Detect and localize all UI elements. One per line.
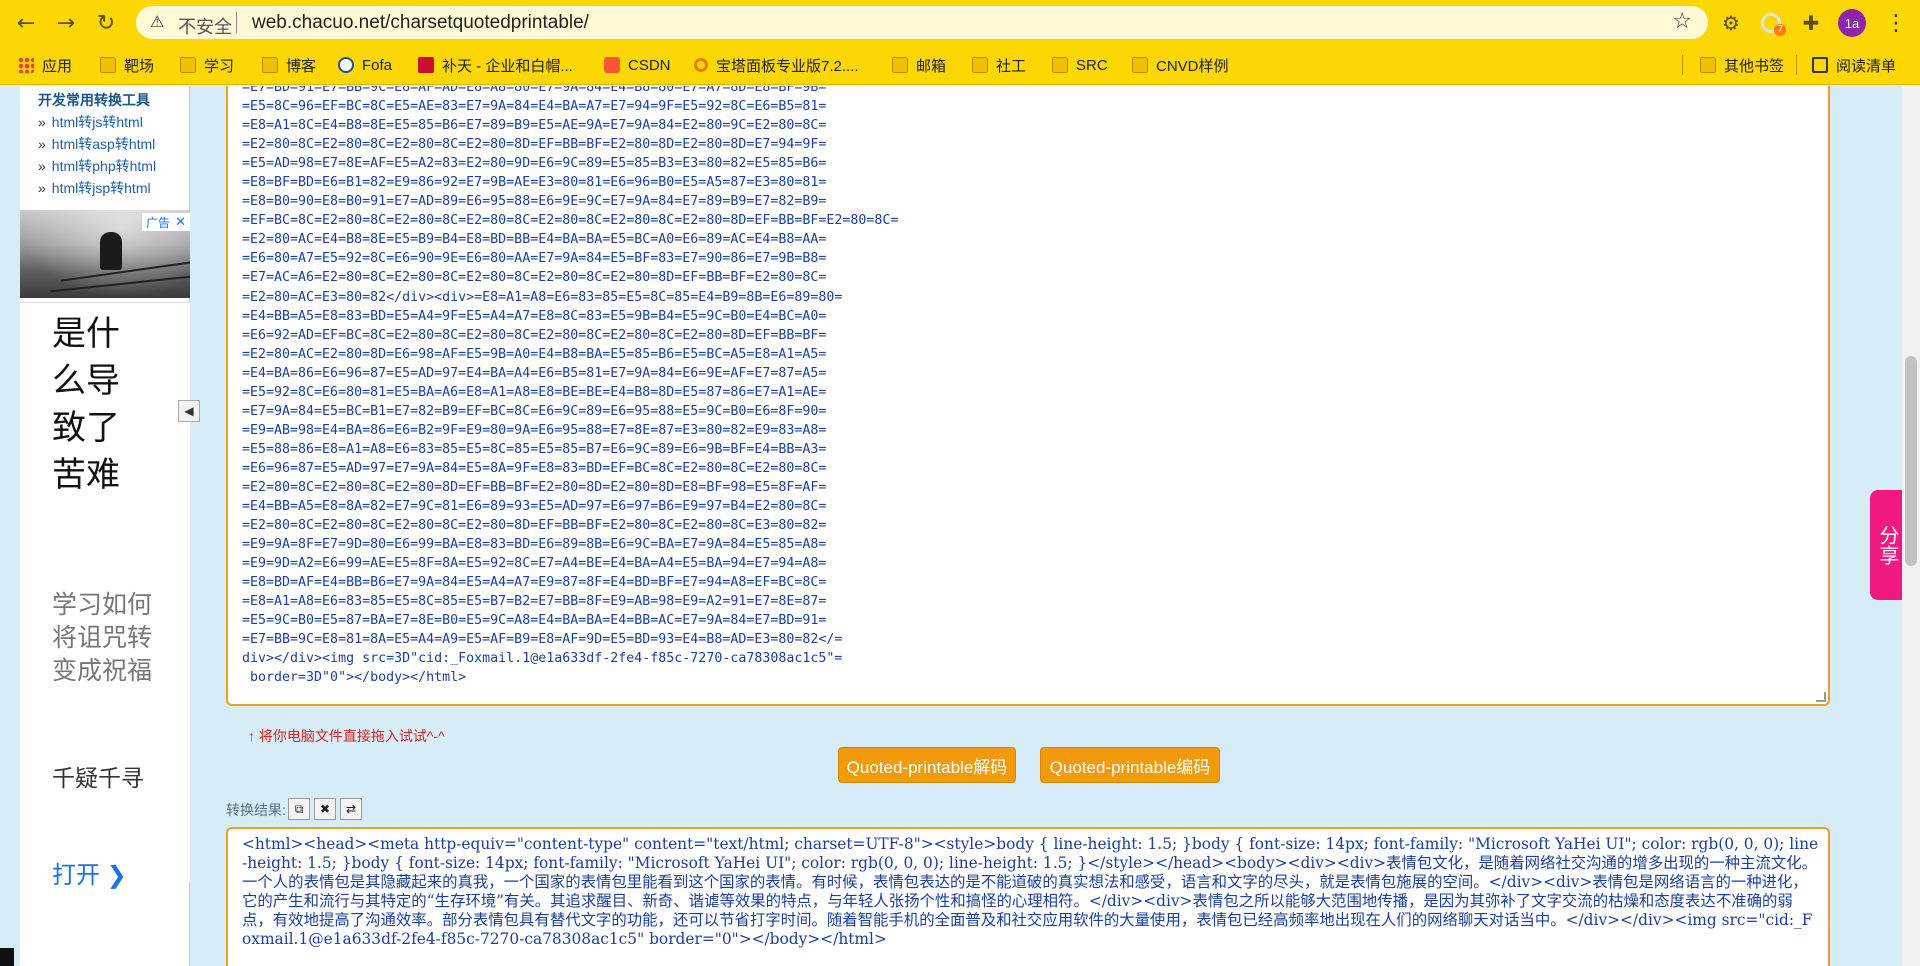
- left-sidebar: 开发常用转换工具 html转js转html html转asp转html html…: [20, 86, 190, 966]
- bookmark-blog[interactable]: 博客: [262, 54, 316, 76]
- sidebar-link-html-asp[interactable]: html转asp转html: [38, 134, 155, 154]
- bookmark-label: 应用: [42, 57, 73, 75]
- butian-icon: [418, 57, 434, 73]
- resize-handle-icon[interactable]: [1816, 692, 1826, 702]
- bookmark-baota[interactable]: 宝塔面板专业版7.2....: [694, 54, 859, 76]
- page-content: 开发常用转换工具 html转js转html html转asp转html html…: [0, 86, 1920, 966]
- puzzle-extensions-icon[interactable]: ✚: [1798, 10, 1824, 36]
- bookmark-label: SRC: [1076, 56, 1108, 74]
- output-textarea[interactable]: <html><head><meta http-equiv="content-ty…: [226, 827, 1830, 966]
- forward-icon[interactable]: →: [52, 9, 80, 37]
- bookmark-butian[interactable]: 补天 - 企业和白帽...: [418, 54, 573, 76]
- bookmark-label: 邮箱: [916, 57, 947, 75]
- qp-encode-button[interactable]: Quoted-printable编码: [1040, 747, 1220, 783]
- ad-close-icon[interactable]: ✕: [175, 215, 186, 230]
- bookmark-label: 补天 - 企业和白帽...: [442, 57, 573, 75]
- scrollbar-thumb[interactable]: [1905, 356, 1917, 566]
- clear-icon[interactable]: ✖: [314, 798, 336, 820]
- input-text[interactable]: =E7=BD=91=E7=BB=9C=E8=AF=AD=E8=A8=80=E7=…: [242, 86, 898, 688]
- browser-toolbar: ← → ↻ ⚠ 不安全 web.chacuo.net/charsetquoted…: [0, 0, 1920, 45]
- reload-icon[interactable]: ↻: [92, 9, 120, 37]
- bookmark-mailbox[interactable]: 邮箱: [892, 54, 946, 76]
- bookmark-cnvd[interactable]: CNVD样例: [1132, 54, 1229, 76]
- folder-icon: [1052, 57, 1068, 73]
- warning-icon[interactable]: ⚠: [150, 12, 170, 32]
- converter-main: =E7=BD=91=E7=BB=9C=E8=AF=AD=E8=A8=80=E7=…: [206, 86, 1886, 966]
- bookmark-label: Fofa: [362, 56, 393, 74]
- bookmark-label: CSDN: [628, 56, 671, 74]
- folder-icon: [1132, 57, 1148, 73]
- extension-badge-icon[interactable]: 7: [1758, 10, 1787, 36]
- bookmark-csdn[interactable]: CSDN: [604, 54, 671, 76]
- sidebar-link-html-jsp[interactable]: html转jsp转html: [38, 178, 151, 198]
- sidebar-link-html-php[interactable]: html转php转html: [38, 156, 156, 176]
- url-text[interactable]: web.chacuo.net/charsetquotedprintable/: [252, 12, 589, 34]
- folder-icon: [180, 57, 196, 73]
- sidebar-link-html-js[interactable]: html转js转html: [38, 112, 143, 132]
- ad-headline[interactable]: 是什么导致了苦难: [52, 311, 152, 499]
- folder-icon: [972, 57, 988, 73]
- share-tab[interactable]: 分享: [1870, 490, 1904, 600]
- profile-avatar[interactable]: 1a: [1838, 9, 1866, 37]
- apps-grid-icon: [18, 57, 34, 73]
- bookmarks-bar: 应用 靶场 学习 博客 Fofa 补天 - 企业和白帽... CSDN 宝塔面板…: [0, 45, 1920, 85]
- qp-decode-button[interactable]: Quoted-printable解码: [838, 747, 1016, 783]
- sidebar-title: 开发常用转换工具: [38, 92, 150, 108]
- swap-icon[interactable]: ⇄: [340, 798, 362, 820]
- bookmark-label: CNVD样例: [1156, 57, 1229, 75]
- folder-icon: [892, 57, 908, 73]
- bookmark-other[interactable]: 其他书签: [1700, 54, 1784, 76]
- bookmark-study[interactable]: 学习: [180, 54, 234, 76]
- ad-badge-label: 广告: [146, 215, 171, 230]
- page-scrollbar[interactable]: [1902, 86, 1920, 966]
- bookmark-bachang[interactable]: 靶场: [100, 54, 154, 76]
- bookmark-label: 社工: [996, 57, 1027, 75]
- drag-hint: ↑ 将你电脑文件直接拖入试试^-^: [248, 728, 445, 744]
- csdn-icon: [604, 57, 620, 73]
- bookmarks-divider: [1796, 55, 1797, 75]
- folder-icon: [100, 57, 116, 73]
- folder-icon: [1700, 57, 1716, 73]
- search-icon: [694, 58, 708, 72]
- bookmark-label: 学习: [204, 57, 235, 75]
- bookmark-label: 阅读清单: [1836, 57, 1897, 75]
- copy-icon[interactable]: ⧉: [288, 798, 310, 820]
- ad-subtext[interactable]: 学习如何将诅咒转变成祝福: [52, 589, 162, 688]
- extension-badge-count: 7: [1774, 24, 1787, 36]
- bookmarks-divider: [1682, 55, 1683, 75]
- ad-text-block[interactable]: 是什么导致了苦难 学习如何将诅咒转变成祝福 千疑千寻 打开 ❯: [20, 302, 190, 889]
- bookmark-label: 宝塔面板专业版7.2....: [716, 57, 859, 75]
- address-divider: [236, 12, 237, 33]
- reading-list-icon: [1812, 57, 1828, 73]
- settings-gear-icon[interactable]: ⚙: [1718, 10, 1744, 36]
- share-label: 分享: [1876, 525, 1898, 565]
- bookmark-social[interactable]: 社工: [972, 54, 1026, 76]
- address-bar[interactable]: ⚠ 不安全 web.chacuo.net/charsetquotedprinta…: [136, 6, 1708, 39]
- bookmark-label: 博客: [286, 57, 317, 75]
- bookmark-fofa[interactable]: Fofa: [338, 54, 392, 76]
- output-text[interactable]: <html><head><meta http-equiv="content-ty…: [242, 835, 1820, 949]
- result-label: 转换结果:: [226, 802, 286, 818]
- collapse-sidebar-button[interactable]: ◀: [178, 400, 200, 422]
- browser-menu-icon[interactable]: ⋮: [1882, 9, 1910, 37]
- bookmark-src[interactable]: SRC: [1052, 54, 1108, 76]
- input-textarea[interactable]: =E7=BD=91=E7=BB=9C=E8=AF=AD=E8=A8=80=E7=…: [226, 86, 1830, 706]
- ad-open-button[interactable]: 打开 ❯: [52, 855, 127, 890]
- bookmark-label: 其他书签: [1724, 57, 1785, 75]
- ad-image-figure: [100, 232, 122, 270]
- ad-badge[interactable]: 广告 ✕: [142, 213, 190, 231]
- ad-advertiser-name[interactable]: 千疑千寻: [52, 759, 144, 793]
- fofa-icon: [338, 57, 354, 73]
- folder-icon: [262, 57, 278, 73]
- taskbar-corner: [0, 948, 14, 966]
- bookmark-apps[interactable]: 应用: [18, 54, 72, 76]
- back-icon[interactable]: ←: [12, 9, 40, 37]
- bookmark-label: 靶场: [124, 57, 155, 75]
- bookmark-star-icon[interactable]: ☆: [1672, 9, 1692, 34]
- bookmark-reading-list[interactable]: 阅读清单: [1812, 54, 1896, 76]
- security-label[interactable]: 不安全: [178, 13, 232, 39]
